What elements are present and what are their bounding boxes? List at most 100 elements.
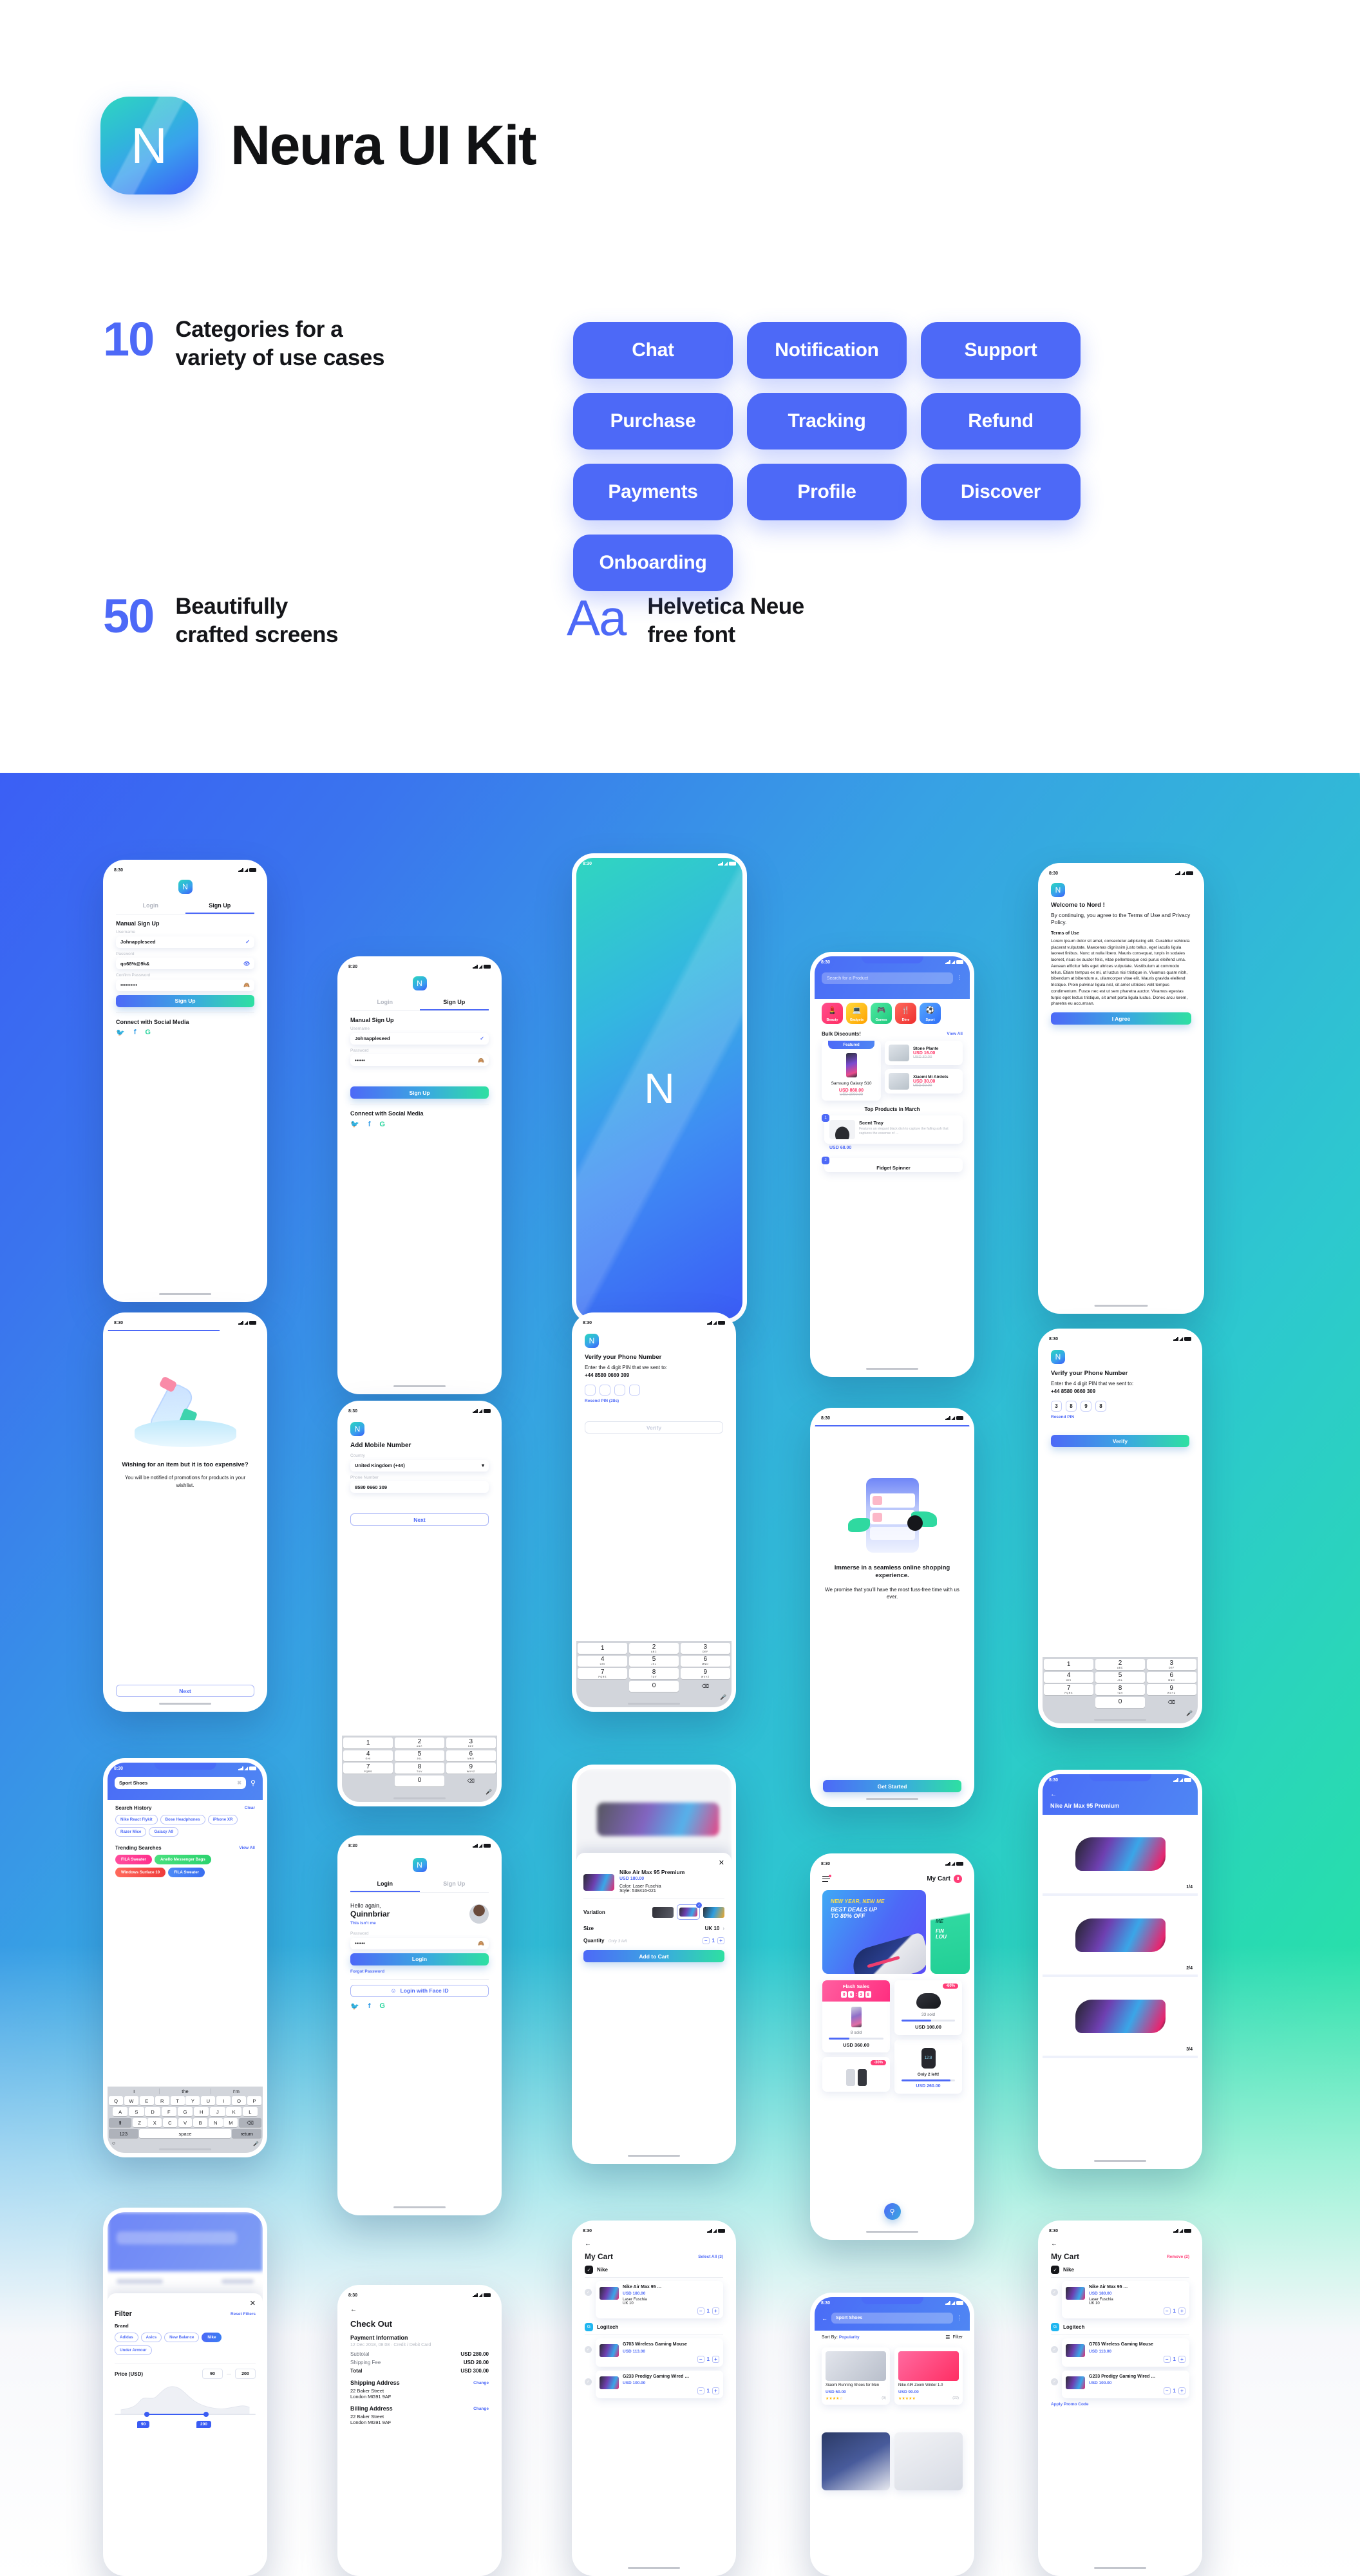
twitter-icon[interactable]: 🐦: [116, 1028, 125, 1037]
category-pill-notification[interactable]: Notification: [747, 322, 907, 379]
remove-link[interactable]: Remove (2): [1167, 2255, 1189, 2259]
keypad-key-4[interactable]: 4 GHI: [1044, 1671, 1094, 1683]
numeric-keypad[interactable]: 1 2 ABC 3 DEF 4 GHI 5 JKL 6 MNO 7 PQRS 8 TUV 9 WXYZ 0 ⌫ 🎤: [1043, 1657, 1198, 1723]
key-H[interactable]: H: [194, 2107, 209, 2116]
microphone-icon[interactable]: 🎤: [1044, 1709, 1196, 1716]
product-card[interactable]: [822, 2432, 890, 2490]
flash-sale-card[interactable]: Flash Sales 06:38 8 sold USD 360.00: [822, 1980, 890, 2052]
price-max-input[interactable]: 200: [235, 2369, 256, 2379]
quantity-stepper[interactable]: −1 +: [623, 2307, 719, 2315]
category-pill-onboarding[interactable]: Onboarding: [573, 535, 733, 591]
billing-change-link[interactable]: Change: [473, 2407, 489, 2411]
not-me-link[interactable]: This isn’t me: [350, 1921, 390, 1926]
trending-pill[interactable]: FILA Sweater: [115, 1855, 152, 1864]
size-selector[interactable]: UK 10 ›: [705, 1926, 724, 1931]
variation-option[interactable]: [652, 1906, 674, 1918]
decrease-button[interactable]: −: [1163, 2387, 1171, 2395]
keypad-key-3[interactable]: 3 DEF: [1146, 1659, 1196, 1670]
key-W[interactable]: W: [124, 2096, 138, 2105]
item-checkbox[interactable]: ✓: [585, 2378, 592, 2385]
category-pill-discover[interactable]: Discover: [921, 464, 1081, 520]
increase-button[interactable]: +: [712, 2355, 719, 2363]
keypad-key-6[interactable]: 6 MNO: [446, 1750, 496, 1761]
increase-button[interactable]: +: [1178, 2355, 1185, 2363]
category-pill-payments[interactable]: Payments: [573, 464, 733, 520]
keypad-key-1[interactable]: 1: [343, 1738, 393, 1748]
clear-icon[interactable]: ✖: [237, 1780, 241, 1786]
keypad-key-8[interactable]: 8 TUV: [394, 1763, 445, 1774]
item-checkbox[interactable]: ✓: [1051, 2378, 1058, 2385]
next-button[interactable]: Next: [350, 1513, 489, 1526]
cart-item-card[interactable]: G703 Wireless Gaming Mouse USD 113.00−1 +: [1062, 2338, 1189, 2367]
twitter-icon[interactable]: 🐦: [350, 2002, 359, 2011]
keypad-key-7[interactable]: 7 PQRS: [1044, 1684, 1094, 1695]
key-Y[interactable]: Y: [185, 2096, 200, 2105]
keypad-key-4[interactable]: 4 GHI: [343, 1750, 393, 1761]
add-to-cart-button[interactable]: Add to Cart: [583, 1950, 724, 1962]
result-card[interactable]: Nike AIR Zoom Winter 1.0 USD 90.00 ★★★★★ (2…: [894, 2347, 963, 2405]
signup-button[interactable]: Sign Up: [350, 1086, 489, 1099]
result-card[interactable]: Xiaomi Running Shoes for Men USD 50.00 ★★★…: [822, 2347, 890, 2405]
filter-button[interactable]: ☰ Filter: [945, 2334, 963, 2340]
forgot-password-link[interactable]: Forgot Password: [350, 1969, 489, 1974]
view-all-link[interactable]: View All: [947, 1032, 963, 1036]
key-G[interactable]: G: [177, 2107, 193, 2116]
key-D[interactable]: D: [145, 2107, 160, 2116]
menu-icon[interactable]: [822, 1874, 831, 1882]
keypad-key-5[interactable]: 5 JKL: [628, 1655, 679, 1667]
pin-digit-1[interactable]: [585, 1385, 596, 1396]
pin-digit-4[interactable]: [629, 1385, 640, 1396]
category-tile-sport[interactable]: ⚽ Sport: [920, 1003, 941, 1024]
close-icon[interactable]: ✕: [583, 1859, 724, 1867]
key-T[interactable]: T: [170, 2096, 185, 2105]
pin-digit-2[interactable]: 8: [1066, 1401, 1077, 1412]
category-tile-beauty[interactable]: 💄 Beauty: [822, 1003, 843, 1024]
product-card[interactable]: -60% 33 sold USD 108.00: [894, 1980, 962, 2035]
pin-digit-2[interactable]: [600, 1385, 610, 1396]
key-U[interactable]: U: [201, 2096, 216, 2105]
decrease-button[interactable]: −: [1163, 2355, 1171, 2363]
numeric-keypad[interactable]: 1 2 ABC 3 DEF 4 GHI 5 JKL 6 MNO 7 PQRS 8 TUV 9 WXYZ 0 ⌫ 🎤: [342, 1736, 497, 1802]
price-min-input[interactable]: 90: [202, 2369, 223, 2379]
keypad-key-8[interactable]: 8 TUV: [628, 1668, 679, 1679]
microphone-icon[interactable]: 🎤: [578, 1693, 730, 1700]
quantity-stepper[interactable]: − 1 +: [702, 1937, 724, 1944]
item-checkbox[interactable]: ✓: [1051, 2346, 1058, 2354]
backspace-icon[interactable]: ⌫: [446, 1776, 496, 1786]
decrease-button[interactable]: −: [1163, 2307, 1171, 2315]
key-R[interactable]: R: [155, 2096, 169, 2105]
search-input[interactable]: Sport Shoes: [831, 2313, 953, 2324]
qwerty-keyboard[interactable]: Ithe I’m Q W E R T Y U I O P A S D F G H J K L ⬆ Z X C V B N M ⌫ 123 sp…: [108, 2087, 263, 2153]
trending-pill[interactable]: Windows Surface 10: [115, 1868, 166, 1877]
key-M[interactable]: M: [223, 2118, 238, 2127]
category-pill-chat[interactable]: Chat: [573, 322, 733, 379]
agree-button[interactable]: I Agree: [1051, 1012, 1191, 1025]
microphone-icon[interactable]: 🎤: [343, 1788, 496, 1795]
item-checkbox[interactable]: ✓: [585, 2346, 592, 2354]
search-icon[interactable]: ⚲: [250, 1779, 256, 1787]
brand-pill-new-balance[interactable]: New Balance: [164, 2333, 200, 2342]
pin-digit-1[interactable]: 3: [1051, 1401, 1062, 1412]
keypad-key-1[interactable]: 1: [578, 1643, 628, 1654]
eye-off-icon[interactable]: 🙈: [243, 982, 250, 988]
slider-handle-max[interactable]: [203, 2411, 209, 2417]
keypad-key-9[interactable]: 9 WXYZ: [680, 1668, 730, 1679]
tab-login[interactable]: Login: [116, 899, 185, 914]
verify-button[interactable]: Verify: [585, 1421, 723, 1434]
key-B[interactable]: B: [193, 2118, 208, 2127]
tab-login[interactable]: Login: [350, 996, 420, 1010]
brand-pill-asics[interactable]: Asics: [140, 2333, 162, 2342]
key-123[interactable]: 123: [109, 2129, 138, 2138]
tab-login[interactable]: Login: [350, 1877, 420, 1892]
eye-off-icon[interactable]: 🙈: [478, 1940, 484, 1946]
decrease-button[interactable]: −: [697, 2355, 704, 2363]
signup-button[interactable]: Sign Up: [116, 994, 254, 1007]
promo-banner-secondary[interactable]: ME FIN LOU: [930, 1890, 970, 1974]
reset-filters-link[interactable]: Reset Filters: [231, 2312, 256, 2316]
get-started-button[interactable]: Get Started: [823, 1780, 961, 1792]
select-all-link[interactable]: Select All (3): [698, 2255, 723, 2259]
facebook-icon[interactable]: f: [368, 1121, 371, 1128]
prediction-word[interactable]: I: [109, 2088, 160, 2094]
gallery-image[interactable]: 3/4: [1043, 1977, 1198, 2058]
cart-item-card[interactable]: G233 Prodigy Gaming Wired … USD 100.00−1 +: [596, 2370, 723, 2399]
